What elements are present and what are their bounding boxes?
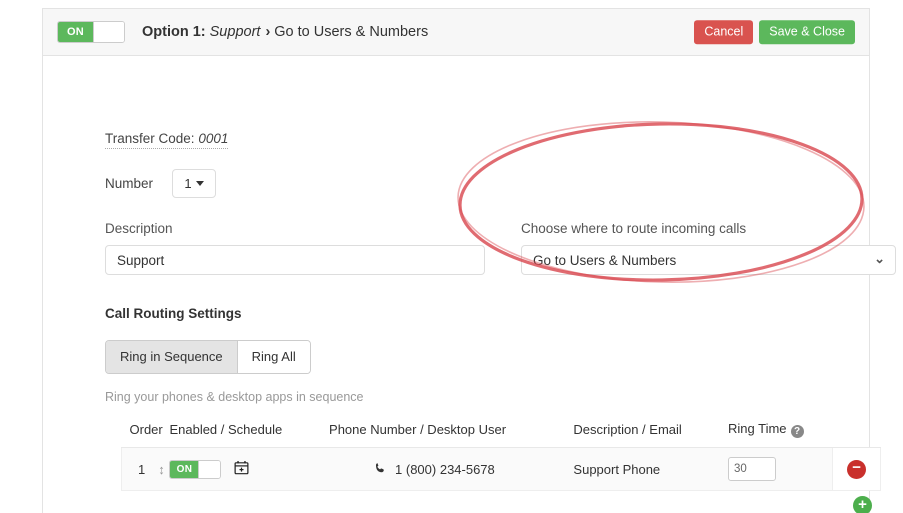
screenshot-root: ON Option 1: Support › Go to Users & Number… <box>0 0 903 513</box>
cancel-button[interactable]: Cancel <box>694 20 754 44</box>
breadcrumb-separator-icon: › <box>265 24 271 40</box>
column-header-enabled-schedule: Enabled / Schedule <box>169 421 330 448</box>
ring-mode-tabs: Ring in Sequence Ring All <box>105 340 311 374</box>
row-toggle-on-label: ON <box>170 460 199 478</box>
ring-time-input[interactable] <box>728 457 776 481</box>
column-header-phone-user: Phone Number / Desktop User <box>329 421 574 448</box>
tab-ring-all[interactable]: Ring All <box>237 341 310 373</box>
page-title: Option 1: Support › Go to Users & Numbers <box>142 24 428 40</box>
row-order-number: 1 <box>138 461 146 477</box>
route-select[interactable]: Go to Users & Numbers ⌄ <box>521 245 896 275</box>
row-enabled-toggle[interactable]: ON <box>169 459 222 479</box>
cell-description: Support Phone <box>573 447 728 491</box>
number-row: Number 1 <box>105 169 217 198</box>
column-header-ring-time-label: Ring Time <box>728 421 787 436</box>
row-toggle-knob <box>198 460 221 478</box>
column-header-order: Order <box>121 421 170 448</box>
column-header-ring-time: Ring Time? <box>728 421 833 448</box>
column-header-actions <box>832 421 881 448</box>
ring-mode-hint: Ring your phones & desktop apps in seque… <box>105 390 364 404</box>
routing-table-body: 1 ↕ ON 1 (800) 234-5678 Support Phone 30… <box>121 447 881 491</box>
calendar-plus-icon[interactable] <box>234 460 249 478</box>
cell-order: 1 ↕ <box>121 447 170 491</box>
transfer-code-value: 0001 <box>198 131 229 146</box>
header-actions: Cancel Save & Close <box>694 20 855 44</box>
phone-cell: 1 (800) 234-5678 <box>329 462 573 477</box>
description-block: Description <box>105 221 485 275</box>
title-prefix: Option 1: <box>142 24 206 40</box>
cell-actions: − <box>832 447 881 491</box>
route-label: Choose where to route incoming calls <box>521 221 747 236</box>
plus-icon: + <box>858 496 867 513</box>
save-and-close-button[interactable]: Save & Close <box>759 20 855 44</box>
panel-header: ON Option 1: Support › Go to Users & Number… <box>43 9 869 56</box>
remove-row-button[interactable]: − <box>847 458 867 479</box>
chevron-down-icon: ⌄ <box>874 251 885 267</box>
description-label: Description <box>105 221 173 236</box>
option-enabled-toggle[interactable]: ON <box>57 21 125 43</box>
cell-ring-time <box>728 447 833 491</box>
number-dropdown[interactable]: 1 <box>172 169 217 198</box>
route-select-value: Go to Users & Numbers <box>533 252 677 268</box>
tab-ring-in-sequence[interactable]: Ring in Sequence <box>106 341 238 373</box>
enabled-cell: ON <box>169 459 329 479</box>
title-route-target: Go to Users & Numbers <box>274 24 429 40</box>
table-row: 1 ↕ ON 1 (800) 234-5678 Support Phone 30… <box>121 447 881 491</box>
add-row-button[interactable]: + <box>853 496 872 513</box>
column-header-description-email: Description / Email <box>573 421 728 448</box>
option-editor-panel: ON Option 1: Support › Go to Users & Number… <box>42 8 896 513</box>
transfer-code-label: Transfer Code: <box>105 131 195 146</box>
route-block: Choose where to route incoming calls Go … <box>521 221 896 275</box>
number-dropdown-value: 1 <box>184 176 192 191</box>
cell-enabled-schedule: ON <box>169 447 330 491</box>
up-down-arrow-icon[interactable]: ↕ <box>158 463 165 476</box>
order-cell: 1 ↕ <box>130 462 169 477</box>
transfer-code: Transfer Code: 0001 <box>105 131 229 149</box>
description-input[interactable] <box>105 245 485 275</box>
cell-phone: 1 (800) 234-5678 <box>329 447 574 491</box>
add-row-wrapper: + <box>853 496 872 513</box>
toggle-knob <box>93 22 124 42</box>
minus-icon: − <box>852 458 861 476</box>
phone-icon <box>375 462 387 477</box>
toggle-on-label: ON <box>58 22 93 42</box>
number-label: Number <box>105 176 154 191</box>
routing-table-head: Order Enabled / Schedule Phone Number / … <box>121 421 881 448</box>
call-routing-settings-title: Call Routing Settings <box>105 306 242 321</box>
title-option-name: Support <box>209 24 261 40</box>
caret-down-icon <box>195 181 204 186</box>
help-icon[interactable]: ? <box>790 425 804 438</box>
row-phone-number: 1 (800) 234-5678 <box>395 461 495 477</box>
table-header-row: Order Enabled / Schedule Phone Number / … <box>121 421 881 448</box>
routing-table: Order Enabled / Schedule Phone Number / … <box>121 421 881 491</box>
